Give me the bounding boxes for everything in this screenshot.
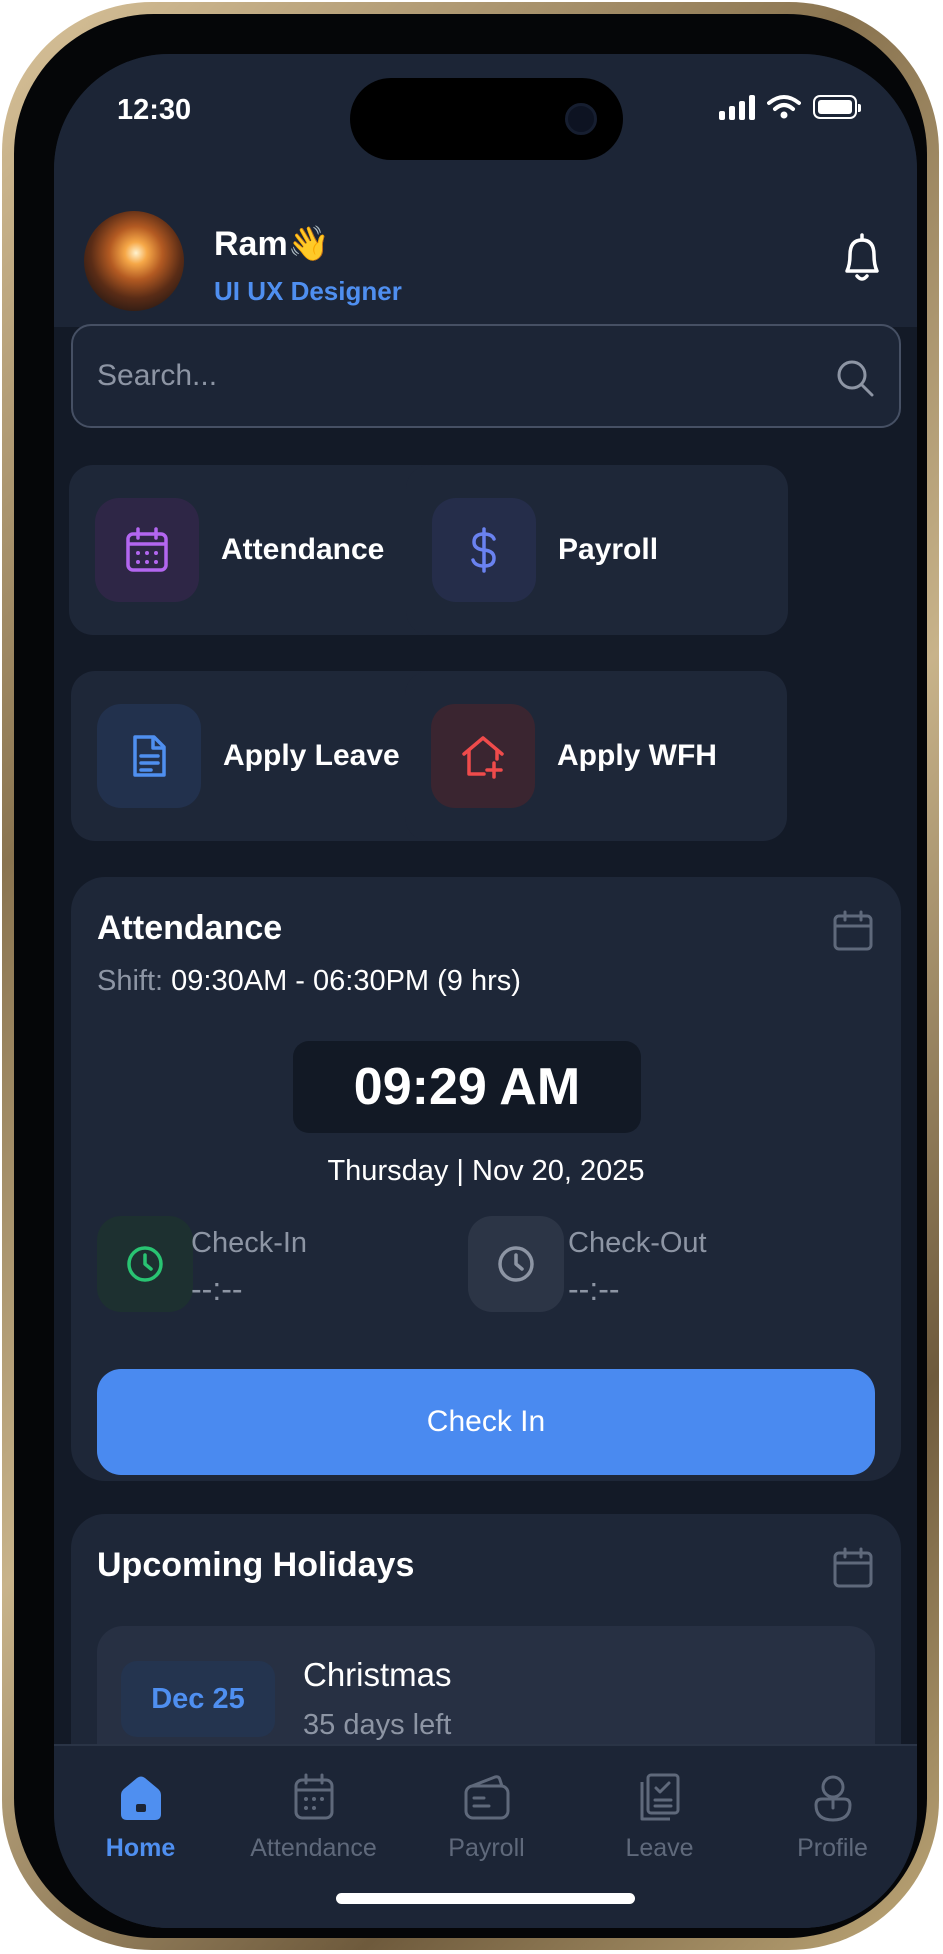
phone-frame: 12:30 Ram👋 UI UX Designer Search... Atte… bbox=[2, 2, 939, 1950]
holidays-title: Upcoming Holidays bbox=[97, 1546, 415, 1584]
battery-icon bbox=[813, 95, 861, 119]
quick-action-apply-wfh[interactable]: Apply WFH bbox=[405, 671, 787, 841]
wifi-icon bbox=[767, 95, 801, 119]
tile-icon-bg bbox=[97, 704, 201, 808]
nav-home[interactable]: Home bbox=[54, 1768, 227, 1878]
user-role: UI UX Designer bbox=[214, 276, 402, 306]
tile-icon-bg bbox=[432, 498, 536, 602]
calendar-icon[interactable] bbox=[831, 1546, 875, 1590]
tile-icon-bg bbox=[431, 704, 535, 808]
clock-icon bbox=[498, 1246, 534, 1282]
nav-label: Payroll bbox=[448, 1834, 525, 1862]
user-name: Ram👋 bbox=[214, 225, 331, 263]
quick-action-attendance[interactable]: Attendance bbox=[69, 465, 451, 635]
quick-action-payroll[interactable]: Payroll bbox=[406, 465, 788, 635]
nav-label: Leave bbox=[625, 1834, 694, 1862]
check-in-value: --:-- bbox=[191, 1271, 243, 1307]
home-indicator[interactable] bbox=[336, 1893, 635, 1904]
tile-label: Attendance bbox=[221, 533, 385, 566]
nav-profile[interactable]: Profile bbox=[746, 1768, 917, 1878]
cellular-signal-icon bbox=[719, 94, 755, 120]
check-in-label: Check-In bbox=[191, 1227, 308, 1259]
status-bar: 12:30 bbox=[54, 54, 917, 189]
dynamic-island bbox=[350, 78, 623, 160]
check-out-icon-bg bbox=[468, 1216, 564, 1312]
quick-action-apply-leave[interactable]: Apply Leave bbox=[71, 671, 453, 841]
wallet-icon bbox=[464, 1775, 509, 1820]
shift-value: 09:30AM - 06:30PM (9 hrs) bbox=[171, 965, 521, 997]
calendar-icon bbox=[294, 1773, 333, 1820]
calendar-icon[interactable] bbox=[831, 909, 875, 953]
tile-label: Apply WFH bbox=[557, 739, 717, 772]
search-icon[interactable] bbox=[835, 358, 875, 398]
holiday-date: Dec 25 bbox=[121, 1661, 275, 1737]
document-icon bbox=[133, 735, 166, 777]
phone-bezel: 12:30 Ram👋 UI UX Designer Search... Atte… bbox=[14, 14, 927, 1938]
user-icon bbox=[814, 1775, 851, 1822]
check-out-value: --:-- bbox=[568, 1271, 620, 1307]
search-bar bbox=[71, 324, 901, 428]
house-plus-icon bbox=[462, 736, 504, 779]
tile-label: Payroll bbox=[558, 533, 659, 566]
notification-bell-icon[interactable] bbox=[837, 231, 887, 285]
nav-label: Profile bbox=[797, 1834, 868, 1862]
dollar-icon bbox=[471, 527, 496, 573]
check-in-button[interactable]: Check In bbox=[97, 1369, 875, 1475]
avatar[interactable] bbox=[84, 211, 184, 311]
check-out-label: Check-Out bbox=[568, 1227, 707, 1259]
shift-label: Shift: bbox=[97, 965, 164, 997]
search-input[interactable] bbox=[97, 326, 797, 426]
attendance-card-title: Attendance bbox=[97, 909, 283, 947]
nav-payroll[interactable]: Payroll bbox=[400, 1768, 573, 1878]
nav-label: Home bbox=[105, 1834, 176, 1862]
current-time: 09:29 AM bbox=[293, 1041, 641, 1133]
status-time: 12:30 bbox=[117, 94, 192, 126]
camera-icon bbox=[565, 103, 597, 135]
tile-label: Apply Leave bbox=[223, 739, 400, 772]
app-screen: 12:30 Ram👋 UI UX Designer Search... Atte… bbox=[54, 54, 917, 1928]
holiday-days-left: 35 days left bbox=[303, 1709, 452, 1741]
current-date: Thursday | Nov 20, 2025 bbox=[327, 1155, 645, 1187]
holiday-name: Christmas bbox=[303, 1656, 452, 1693]
tile-icon-bg bbox=[95, 498, 199, 602]
attendance-card: Attendance Shift: 09:30AM - 06:30PM (9 h… bbox=[71, 877, 901, 1481]
nav-attendance[interactable]: Attendance bbox=[227, 1768, 400, 1878]
calendar-icon bbox=[126, 527, 168, 572]
app-header: Ram👋 UI UX Designer bbox=[54, 189, 917, 327]
nav-label: Attendance bbox=[250, 1834, 377, 1862]
clock-icon bbox=[127, 1246, 163, 1282]
home-icon bbox=[120, 1776, 161, 1820]
clipboard-check-icon bbox=[640, 1773, 679, 1821]
status-icons bbox=[719, 94, 861, 120]
shift-info: Shift: 09:30AM - 06:30PM (9 hrs) bbox=[97, 965, 521, 998]
nav-leave[interactable]: Leave bbox=[573, 1768, 746, 1878]
check-in-icon-bg bbox=[97, 1216, 193, 1312]
